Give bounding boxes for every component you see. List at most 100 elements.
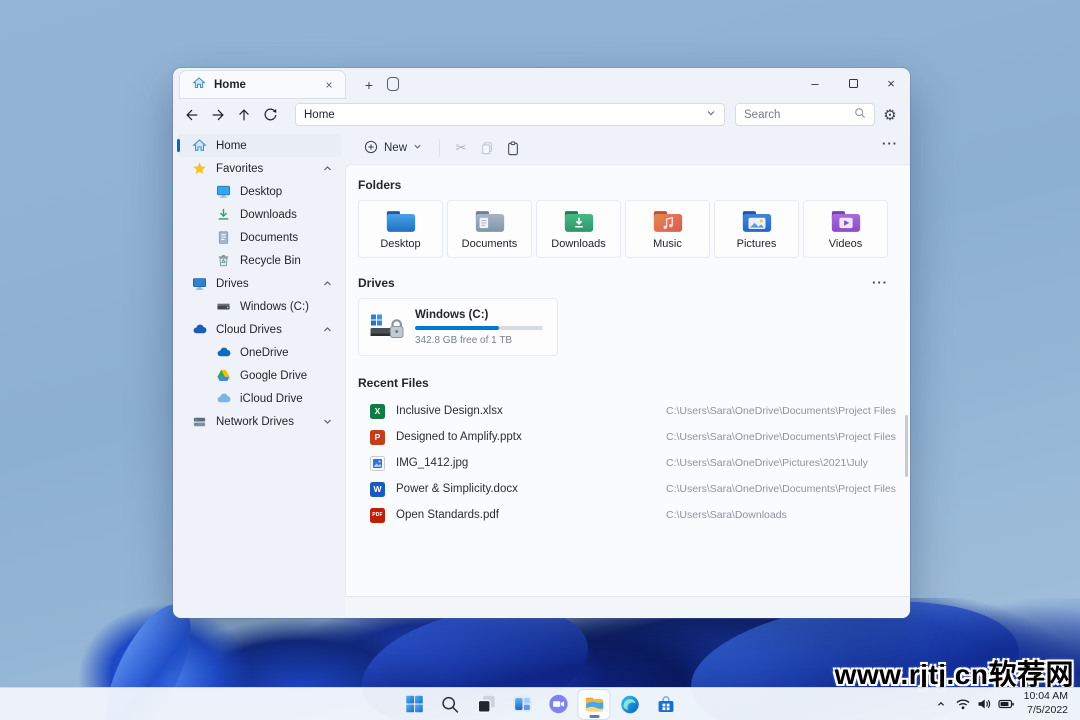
file-path: C:\Users\Sara\OneDrive\Documents\Project…: [666, 483, 896, 495]
file-path: C:\Users\Sara\OneDrive\Pictures\2021\Jul…: [666, 457, 868, 469]
recent-files-list: X Inclusive Design.xlsx C:\Users\Sara\On…: [358, 398, 910, 528]
word-file-icon: W: [370, 482, 385, 497]
search-icon: [440, 694, 461, 715]
folder-cards: Desktop Documents Downloads Music: [358, 200, 888, 258]
clock-time: 10:04 AM: [1024, 690, 1068, 704]
maximize-button[interactable]: [834, 68, 872, 98]
search-button[interactable]: [435, 690, 466, 719]
sidebar-item-desktop[interactable]: Desktop: [177, 180, 341, 203]
widgets-button[interactable]: [507, 690, 538, 719]
sidebar-item-label: Windows (C:): [240, 301, 341, 313]
chevron-up-icon[interactable]: [322, 324, 333, 335]
recent-file-row[interactable]: P Designed to Amplify.pptx C:\Users\Sara…: [358, 424, 910, 450]
folder-card-desktop[interactable]: Desktop: [358, 200, 443, 258]
battery-icon[interactable]: [998, 693, 1016, 715]
file-name: Inclusive Design.xlsx: [396, 405, 503, 417]
wifi-icon[interactable]: [954, 693, 972, 715]
chevron-up-icon[interactable]: [322, 163, 333, 174]
sidebar-item-drives[interactable]: Drives: [177, 272, 341, 295]
search-icon: [854, 107, 866, 122]
tray-chevron-up-icon[interactable]: [932, 693, 950, 715]
chat-button[interactable]: [543, 690, 574, 719]
folder-card-label: Music: [653, 238, 682, 250]
home-icon: [192, 76, 206, 93]
file-name: Power & Simplicity.docx: [396, 483, 518, 495]
folder-card-documents[interactable]: Documents: [447, 200, 532, 258]
network-drive-icon: [191, 414, 207, 430]
sidebar-item-documents[interactable]: Documents: [177, 226, 341, 249]
microsoft-store-button[interactable]: [651, 690, 682, 719]
sidebar-item-label: Documents: [240, 232, 341, 244]
videos-folder-icon: [829, 208, 863, 235]
taskbar-clock[interactable]: 10:04 AM 7/5/2022: [1020, 690, 1076, 717]
sidebar-item-icloud-drive[interactable]: iCloud Drive: [177, 387, 341, 410]
sidebar-item-cloud-drives[interactable]: Cloud Drives: [177, 318, 341, 341]
window-body: Home Favorites Desktop Downloads: [173, 132, 910, 618]
new-tab-button[interactable]: +: [359, 75, 379, 95]
copy-icon[interactable]: [474, 136, 500, 160]
monitor-icon: [191, 276, 207, 292]
file-path: C:\Users\Sara\Downloads: [666, 509, 787, 521]
chevron-down-icon[interactable]: [322, 416, 333, 427]
chevron-down-icon[interactable]: [706, 108, 716, 121]
tab-close-icon[interactable]: ×: [321, 78, 337, 92]
file-explorer-button[interactable]: [579, 690, 610, 719]
refresh-button[interactable]: [257, 103, 283, 127]
sidebar-item-windows-c[interactable]: Windows (C:): [177, 295, 341, 318]
sidebar-item-label: iCloud Drive: [240, 393, 341, 405]
windows-logo-icon: [403, 693, 425, 715]
start-button[interactable]: [399, 690, 430, 719]
recent-file-row[interactable]: W Power & Simplicity.docx C:\Users\Sara\…: [358, 476, 910, 502]
folder-card-label: Documents: [462, 238, 518, 250]
edge-button[interactable]: [615, 690, 646, 719]
drive-card-windows-c[interactable]: Windows (C:) 342.8 GB free of 1 TB: [358, 298, 558, 356]
excel-file-icon: X: [370, 404, 385, 419]
system-drive-icon: [369, 312, 405, 342]
scrollbar-thumb[interactable]: [905, 415, 908, 477]
drives-section-title: Drives: [358, 276, 395, 290]
sidebar-item-onedrive[interactable]: OneDrive: [177, 341, 341, 364]
toolbar-divider: [439, 139, 440, 157]
folder-card-music[interactable]: Music: [625, 200, 710, 258]
sidebar-item-network-drives[interactable]: Network Drives: [177, 410, 341, 433]
sidebar-item-google-drive[interactable]: Google Drive: [177, 364, 341, 387]
new-button[interactable]: New: [355, 136, 431, 161]
close-button[interactable]: ×: [872, 68, 910, 98]
address-bar[interactable]: Home: [295, 103, 725, 126]
volume-icon[interactable]: [976, 693, 994, 715]
recent-file-row[interactable]: PDF Open Standards.pdf C:\Users\Sara\Dow…: [358, 502, 910, 528]
titlebar: Home × + – ×: [173, 68, 910, 98]
recent-file-row[interactable]: IMG_1412.jpg C:\Users\Sara\OneDrive\Pict…: [358, 450, 910, 476]
minimize-button[interactable]: –: [796, 68, 834, 98]
sidebar-item-recycle-bin[interactable]: Recycle Bin: [177, 249, 341, 272]
pdf-file-icon: PDF: [370, 508, 385, 523]
task-view-button[interactable]: [471, 690, 502, 719]
folder-card-downloads[interactable]: Downloads: [536, 200, 621, 258]
google-drive-icon: [215, 368, 231, 384]
up-button[interactable]: [231, 103, 257, 127]
cut-icon[interactable]: ✂: [448, 136, 474, 160]
forward-button[interactable]: [205, 103, 231, 127]
clock-date: 7/5/2022: [1024, 704, 1068, 718]
file-explorer-icon: [583, 693, 605, 715]
sidebar-item-home[interactable]: Home: [177, 134, 341, 157]
tab-preview-icon[interactable]: [387, 77, 399, 91]
settings-gear-icon[interactable]: ⚙: [878, 103, 902, 126]
maximize-icon: [849, 79, 858, 88]
sidebar-item-favorites[interactable]: Favorites: [177, 157, 341, 180]
tab-home[interactable]: Home ×: [180, 71, 345, 98]
recent-files-section-title: Recent Files: [358, 376, 910, 390]
drive-name: Windows (C:): [415, 309, 547, 321]
sidebar: Home Favorites Desktop Downloads: [173, 132, 345, 618]
see-more-icon[interactable]: ···: [882, 140, 898, 148]
chevron-up-icon[interactable]: [322, 278, 333, 289]
paste-icon[interactable]: [500, 136, 526, 160]
downloads-folder-icon: [562, 208, 596, 235]
folder-card-pictures[interactable]: Pictures: [714, 200, 799, 258]
back-button[interactable]: [179, 103, 205, 127]
search-input[interactable]: Search: [735, 103, 875, 126]
recent-file-row[interactable]: X Inclusive Design.xlsx C:\Users\Sara\On…: [358, 398, 910, 424]
sidebar-item-downloads[interactable]: Downloads: [177, 203, 341, 226]
folder-card-videos[interactable]: Videos: [803, 200, 888, 258]
see-more-icon[interactable]: ···: [872, 279, 888, 287]
